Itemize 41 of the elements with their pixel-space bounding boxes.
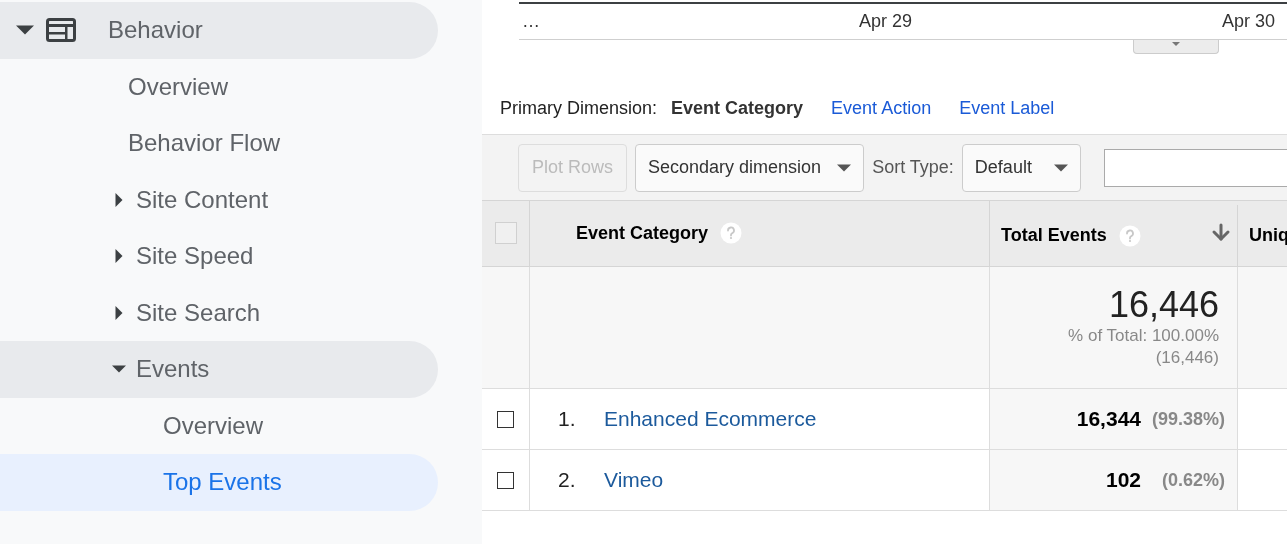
event-category-link[interactable]: Vimeo xyxy=(604,464,664,496)
sort-type-label: Sort Type: xyxy=(872,156,954,179)
axis-label: … xyxy=(521,10,540,33)
axis-label: Apr 30 xyxy=(1221,10,1276,33)
dimension-tab[interactable]: Event Label xyxy=(959,94,1055,122)
total-percent: % of Total: 100.00% xyxy=(1068,325,1219,347)
sidebar-item[interactable]: Behavior xyxy=(0,2,438,59)
row-checkbox[interactable] xyxy=(497,471,514,489)
event-count: 16,344 xyxy=(1076,406,1141,433)
sidebar-item[interactable]: Overview xyxy=(0,58,438,115)
sidebar-item[interactable]: Events xyxy=(0,341,438,398)
search-field[interactable] xyxy=(1103,148,1287,187)
sidebar-item[interactable]: Behavior Flow xyxy=(0,115,438,172)
event-category-link[interactable]: Enhanced Ecommerce xyxy=(604,403,817,435)
event-count: 102 xyxy=(1105,467,1141,494)
column-header[interactable]: Total Events xyxy=(1001,222,1107,249)
help-icon[interactable] xyxy=(720,222,743,244)
row-checkbox[interactable] xyxy=(497,410,514,428)
sidebar-item[interactable]: Overview xyxy=(0,397,438,454)
total-absolute: (16,446) xyxy=(1155,347,1219,369)
column-header[interactable]: Uniq xyxy=(1249,222,1287,249)
sidebar-item[interactable]: Site Search xyxy=(0,284,438,341)
axis-label: Apr 29 xyxy=(858,10,913,33)
row-index: 2. xyxy=(558,467,577,494)
sidebar-item[interactable]: Top Events xyxy=(0,454,438,511)
dimension-label: Primary Dimension: xyxy=(500,96,658,120)
select-all-checkbox[interactable] xyxy=(494,221,517,244)
secondary-dimension-dropdown[interactable]: Secondary dimension xyxy=(635,143,865,192)
dimension-tab[interactable]: Event Category xyxy=(671,94,804,122)
column-header[interactable]: Event Category xyxy=(576,219,709,247)
sidebar-item[interactable]: Site Speed xyxy=(0,228,438,285)
collapse-tab[interactable] xyxy=(1133,40,1219,54)
help-icon[interactable] xyxy=(1118,224,1141,247)
total-value: 16,446 xyxy=(1108,285,1219,325)
event-percent: (99.38%) xyxy=(1150,407,1225,431)
sidebar-item[interactable]: Site Content xyxy=(0,171,438,228)
sort-type-dropdown[interactable]: Default xyxy=(961,143,1081,192)
layout-icon xyxy=(46,18,76,43)
dimension-tab[interactable]: Event Action xyxy=(831,94,932,122)
row-index: 1. xyxy=(558,406,577,433)
event-percent: (0.62%) xyxy=(1160,468,1225,492)
